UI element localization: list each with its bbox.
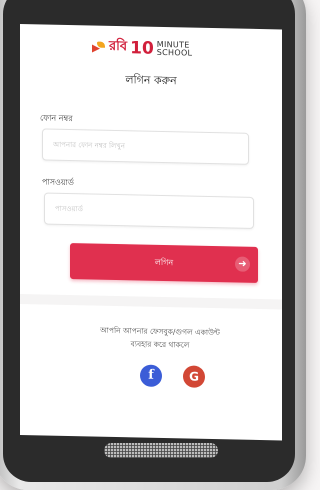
brand-name-bn: রবি: [109, 38, 128, 55]
robi-logo-icon: [92, 41, 106, 53]
section-divider: [20, 293, 282, 310]
phone-input[interactable]: [43, 129, 248, 164]
speaker-grille: [104, 443, 218, 458]
app-screen: রবি 10 MINUTE SCHOOL লগিন করুন ফোন নম্বর…: [20, 24, 282, 441]
google-icon: G: [189, 369, 199, 384]
google-login-button[interactable]: G: [183, 365, 205, 388]
brand-number: 10: [130, 37, 154, 59]
phone-label: ফোন নম্বর: [40, 113, 73, 124]
facebook-login-button[interactable]: f: [140, 364, 162, 387]
arrow-right-icon: ➜: [235, 256, 250, 272]
brand-logo: রবি 10 MINUTE SCHOOL: [92, 37, 192, 60]
brand-wordmark: MINUTE SCHOOL: [156, 39, 193, 58]
login-button-label: লগিন: [154, 257, 174, 267]
login-button[interactable]: লগিন ➜: [70, 243, 258, 283]
phone-field[interactable]: [42, 128, 249, 165]
brand-school: SCHOOL: [156, 47, 193, 58]
page-title: লগিন করুন: [125, 73, 177, 88]
password-input[interactable]: [45, 193, 253, 228]
facebook-icon: f: [148, 367, 154, 383]
password-field[interactable]: [44, 192, 254, 229]
password-label: পাসওয়ার্ড: [42, 177, 74, 188]
